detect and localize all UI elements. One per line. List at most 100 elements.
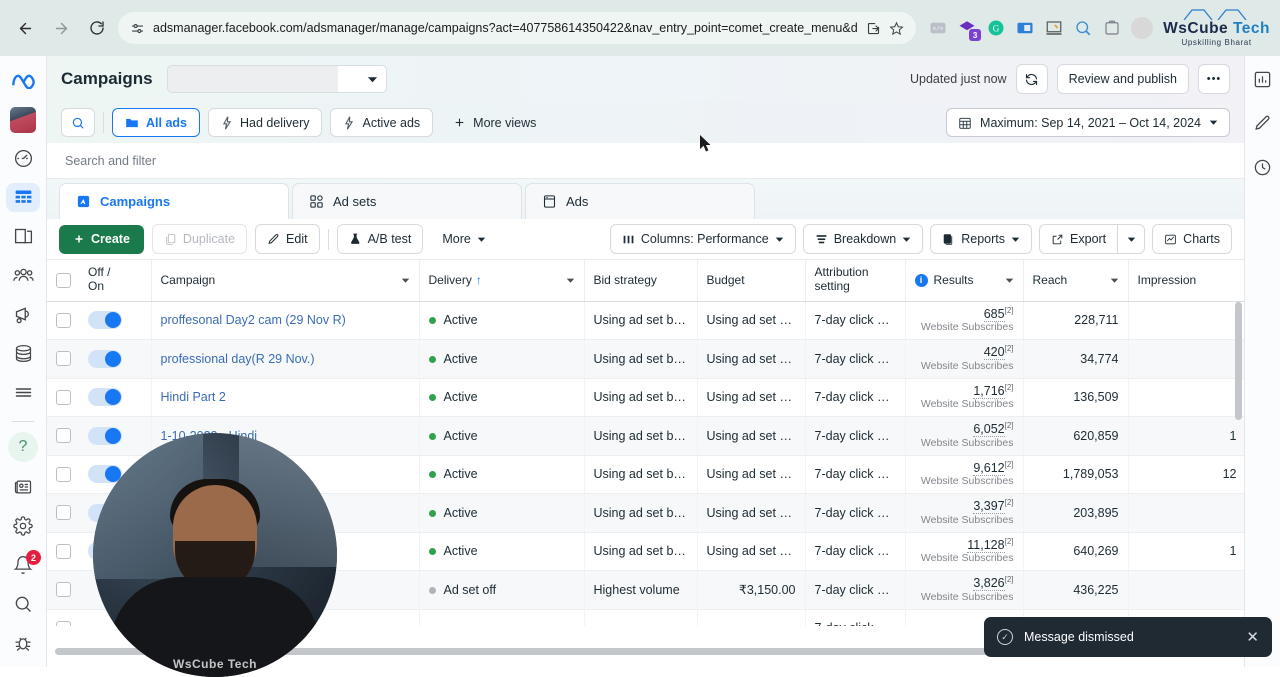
tab-campaigns[interactable]: Campaigns xyxy=(59,183,289,219)
search-filter-button[interactable] xyxy=(61,108,95,137)
account-avatar[interactable] xyxy=(6,105,40,134)
row-select-cell[interactable] xyxy=(47,494,79,533)
table-vertical-scrollbar[interactable] xyxy=(1234,302,1243,592)
duplicate-button[interactable]: Duplicate xyxy=(152,224,247,254)
row-checkbox[interactable] xyxy=(56,505,71,520)
more-views-button[interactable]: More views xyxy=(441,108,548,137)
account-select[interactable] xyxy=(167,65,387,93)
table-row[interactable]: proffesonal Day2 cam (29 Nov R)ActiveUsi… xyxy=(47,301,1244,340)
breakdown-button[interactable]: Breakdown xyxy=(803,224,924,254)
sidebar-item-all-tools[interactable] xyxy=(6,378,40,407)
row-checkbox[interactable] xyxy=(56,621,71,626)
column-results[interactable]: i Results xyxy=(905,260,1023,301)
clipboard-extension-icon[interactable] xyxy=(1102,18,1122,38)
forward-arrow-icon[interactable] xyxy=(46,13,76,43)
grammarly-extension-icon[interactable]: G xyxy=(986,18,1006,38)
charts-button[interactable]: Charts xyxy=(1152,224,1232,254)
row-select-cell[interactable] xyxy=(47,301,79,340)
row-checkbox[interactable] xyxy=(56,313,71,328)
row-campaign-cell[interactable]: professional day(R 29 Nov.) xyxy=(151,340,419,379)
info-icon[interactable]: i xyxy=(915,274,928,287)
translate-extension-icon[interactable] xyxy=(1015,18,1035,38)
notes-extension-icon[interactable] xyxy=(1044,18,1064,38)
sidebar-item-audiences[interactable] xyxy=(6,261,40,290)
sidebar-item-dashboard[interactable] xyxy=(6,144,40,173)
column-impressions[interactable]: Impression xyxy=(1128,260,1244,301)
chart-panel-icon[interactable] xyxy=(1253,70,1272,94)
sidebar-item-ads[interactable] xyxy=(6,300,40,329)
tab-ads[interactable]: Ads xyxy=(525,183,755,219)
browser-profile-avatar[interactable] xyxy=(1131,17,1153,39)
row-select-cell[interactable] xyxy=(47,532,79,571)
row-checkbox[interactable] xyxy=(56,467,71,482)
site-settings-icon[interactable] xyxy=(130,21,145,36)
notifications-bell-icon[interactable]: 2 xyxy=(6,550,40,579)
sidebar-item-campaigns-table[interactable] xyxy=(6,183,40,212)
export-dropdown-button[interactable] xyxy=(1117,224,1145,254)
bug-report-icon[interactable] xyxy=(6,628,40,657)
row-checkbox[interactable] xyxy=(56,390,71,405)
more-actions-button[interactable]: More xyxy=(431,224,496,254)
campaign-name-link[interactable]: Hindi Part 2 xyxy=(161,390,226,404)
row-toggle[interactable] xyxy=(88,388,122,406)
row-onoff-cell[interactable] xyxy=(79,301,151,340)
campaign-name-link[interactable]: professional day(R 29 Nov.) xyxy=(161,352,315,366)
columns-button[interactable]: Columns: Performance xyxy=(610,224,796,254)
layers-extension-icon[interactable]: 3 xyxy=(957,18,977,38)
history-panel-icon[interactable] xyxy=(1253,158,1272,182)
row-toggle[interactable] xyxy=(88,311,122,329)
column-select-all[interactable] xyxy=(47,260,79,301)
row-checkbox[interactable] xyxy=(56,582,71,597)
row-onoff-cell[interactable] xyxy=(79,378,151,417)
row-campaign-cell[interactable]: Hindi Part 2 xyxy=(151,378,419,417)
column-campaign[interactable]: Campaign xyxy=(151,260,419,301)
campaign-name-link[interactable]: proffesonal Day2 cam (29 Nov R) xyxy=(161,313,346,327)
scrollbar-thumb[interactable] xyxy=(1235,302,1242,420)
row-select-cell[interactable] xyxy=(47,455,79,494)
select-all-checkbox[interactable] xyxy=(56,273,71,288)
table-row[interactable]: Hindi Part 2ActiveUsing ad set bid ...Us… xyxy=(47,378,1244,417)
review-and-publish-button[interactable]: Review and publish xyxy=(1057,64,1189,94)
ab-test-button[interactable]: A/B test xyxy=(337,224,424,254)
install-app-icon[interactable] xyxy=(866,21,881,36)
reload-icon[interactable] xyxy=(82,13,112,43)
sidebar-item-billing[interactable] xyxy=(6,339,40,368)
row-checkbox[interactable] xyxy=(56,351,71,366)
row-checkbox[interactable] xyxy=(56,428,71,443)
export-button[interactable]: Export xyxy=(1039,224,1117,254)
date-range-picker[interactable]: Maximum: Sep 14, 2021 – Oct 14, 2024 xyxy=(946,108,1230,137)
help-icon[interactable]: ? xyxy=(6,432,40,462)
table-row[interactable]: professional day(R 29 Nov.)ActiveUsing a… xyxy=(47,340,1244,379)
edit-button[interactable]: Edit xyxy=(255,224,320,254)
search-and-filter-bar[interactable]: Search and filter xyxy=(47,143,1244,179)
row-select-cell[interactable] xyxy=(47,378,79,417)
reports-button[interactable]: Reports xyxy=(930,224,1032,254)
meta-logo-icon[interactable] xyxy=(6,66,40,95)
row-select-cell[interactable] xyxy=(47,417,79,456)
create-button[interactable]: Create xyxy=(59,225,144,254)
column-delivery[interactable]: Delivery ↑ xyxy=(419,260,584,301)
row-select-cell[interactable] xyxy=(47,340,79,379)
tab-ad-sets[interactable]: Ad sets xyxy=(292,183,522,219)
row-campaign-cell[interactable]: proffesonal Day2 cam (29 Nov R) xyxy=(151,301,419,340)
view-tab-active-ads[interactable]: Active ads xyxy=(330,108,433,137)
close-icon[interactable]: ✕ xyxy=(1246,628,1259,646)
address-bar[interactable]: adsmanager.facebook.com/adsmanager/manag… xyxy=(118,12,916,44)
news-icon[interactable] xyxy=(6,472,40,501)
refresh-button[interactable] xyxy=(1016,64,1048,94)
row-select-cell[interactable] xyxy=(47,609,79,626)
edit-panel-icon[interactable] xyxy=(1253,114,1272,138)
row-onoff-cell[interactable] xyxy=(79,340,151,379)
search-icon[interactable] xyxy=(6,589,40,618)
row-toggle[interactable] xyxy=(88,350,122,368)
sidebar-item-pages[interactable] xyxy=(6,222,40,251)
search-extension-icon[interactable] xyxy=(1073,18,1093,38)
column-reach[interactable]: Reach xyxy=(1023,260,1128,301)
view-tab-had-delivery[interactable]: Had delivery xyxy=(208,108,322,137)
settings-gear-icon[interactable] xyxy=(6,511,40,540)
row-select-cell[interactable] xyxy=(47,571,79,610)
row-checkbox[interactable] xyxy=(56,544,71,559)
more-options-button[interactable]: ••• xyxy=(1198,64,1230,94)
back-arrow-icon[interactable] xyxy=(10,13,40,43)
view-tab-all-ads[interactable]: All ads xyxy=(112,108,200,137)
